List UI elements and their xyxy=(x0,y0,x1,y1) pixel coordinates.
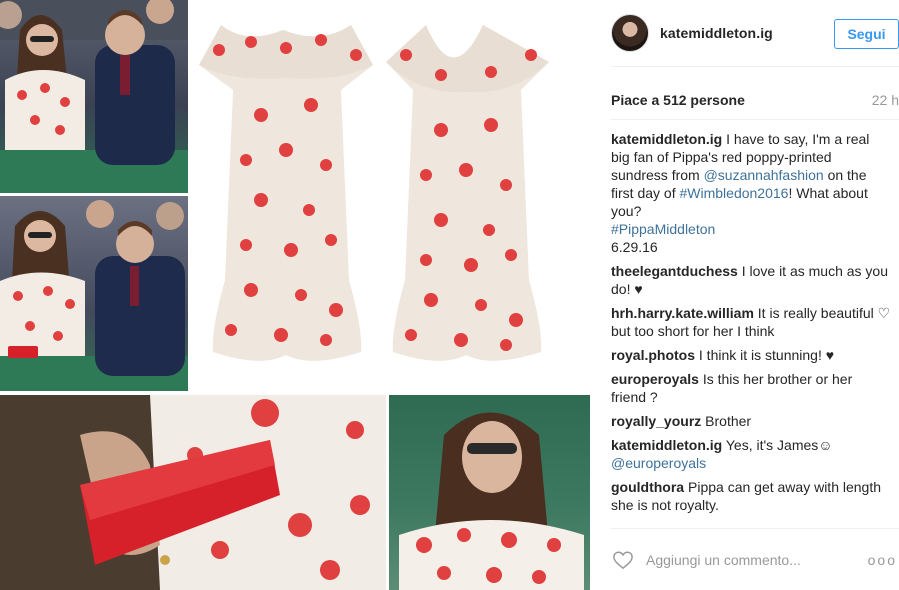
photo-crowd-bottom xyxy=(0,196,188,391)
post-header: katemiddleton.ig Segui xyxy=(590,0,899,66)
heart-outline-icon[interactable] xyxy=(611,548,635,572)
comment-username[interactable]: gouldthora xyxy=(611,479,684,495)
photo-clutch-closeup xyxy=(0,395,386,590)
post-username[interactable]: katemiddleton.ig xyxy=(660,25,773,41)
caption-date: 6.29.16 xyxy=(611,239,658,255)
caption-hashtag-wimbledon[interactable]: #Wimbledon2016 xyxy=(679,185,788,201)
comment-username[interactable]: royally_yourz xyxy=(611,413,701,429)
comment-mention[interactable]: @europeroyals xyxy=(611,455,706,471)
photo-dress-product xyxy=(191,0,590,391)
profile-avatar[interactable] xyxy=(611,14,649,52)
comment-username[interactable]: royal.photos xyxy=(611,347,695,363)
caption-hashtag-pippa[interactable]: #PippaMiddleton xyxy=(611,221,715,237)
comment-item: katemiddleton.ig Yes, it's James☺ @europ… xyxy=(611,436,891,472)
photo-portrait xyxy=(389,395,590,590)
comment-username[interactable]: theelegantduchess xyxy=(611,263,738,279)
post-media-collage[interactable] xyxy=(0,0,590,590)
comment-item: europeroyals Is this her brother or her … xyxy=(611,370,891,406)
add-comment-row: ooo xyxy=(611,545,899,575)
caption-username[interactable]: katemiddleton.ig xyxy=(611,131,722,147)
caption: katemiddleton.ig I have to say, I'm a re… xyxy=(611,130,891,256)
comment-item: gouldthora Pippa can get away with lengt… xyxy=(611,478,891,514)
comments-list: katemiddleton.ig I have to say, I'm a re… xyxy=(611,130,891,520)
more-options-icon[interactable]: ooo xyxy=(868,552,899,568)
likes-divider xyxy=(611,119,899,120)
comment-username[interactable]: hrh.harry.kate.william xyxy=(611,305,754,321)
post-panel: katemiddleton.ig Segui Piace a 512 perso… xyxy=(590,0,899,590)
follow-button[interactable]: Segui xyxy=(834,19,899,49)
comment-username[interactable]: katemiddleton.ig xyxy=(611,437,722,453)
header-divider xyxy=(611,66,899,67)
comment-username[interactable]: europeroyals xyxy=(611,371,699,387)
comment-item: hrh.harry.kate.william It is really beau… xyxy=(611,304,891,340)
comment-item: royally_yourz Brother xyxy=(611,412,891,430)
photo-crowd-top xyxy=(0,0,188,193)
post-time[interactable]: 22 h xyxy=(872,92,899,108)
comment-text: Yes, it's James☺ xyxy=(725,437,833,453)
comment-item: theelegantduchess I love it as much as y… xyxy=(611,262,891,298)
comment-text: Brother xyxy=(705,413,752,429)
comments-divider xyxy=(611,528,899,529)
add-comment-input[interactable] xyxy=(646,552,846,568)
likes-count[interactable]: Piace a 512 persone xyxy=(611,92,745,108)
likes-row: Piace a 512 persone 22 h xyxy=(611,92,899,108)
comment-text: I think it is stunning! ♥ xyxy=(698,347,835,363)
caption-mention[interactable]: @suzannahfashion xyxy=(704,167,824,183)
comment-item: royal.photos I think it is stunning! ♥ xyxy=(611,346,891,364)
